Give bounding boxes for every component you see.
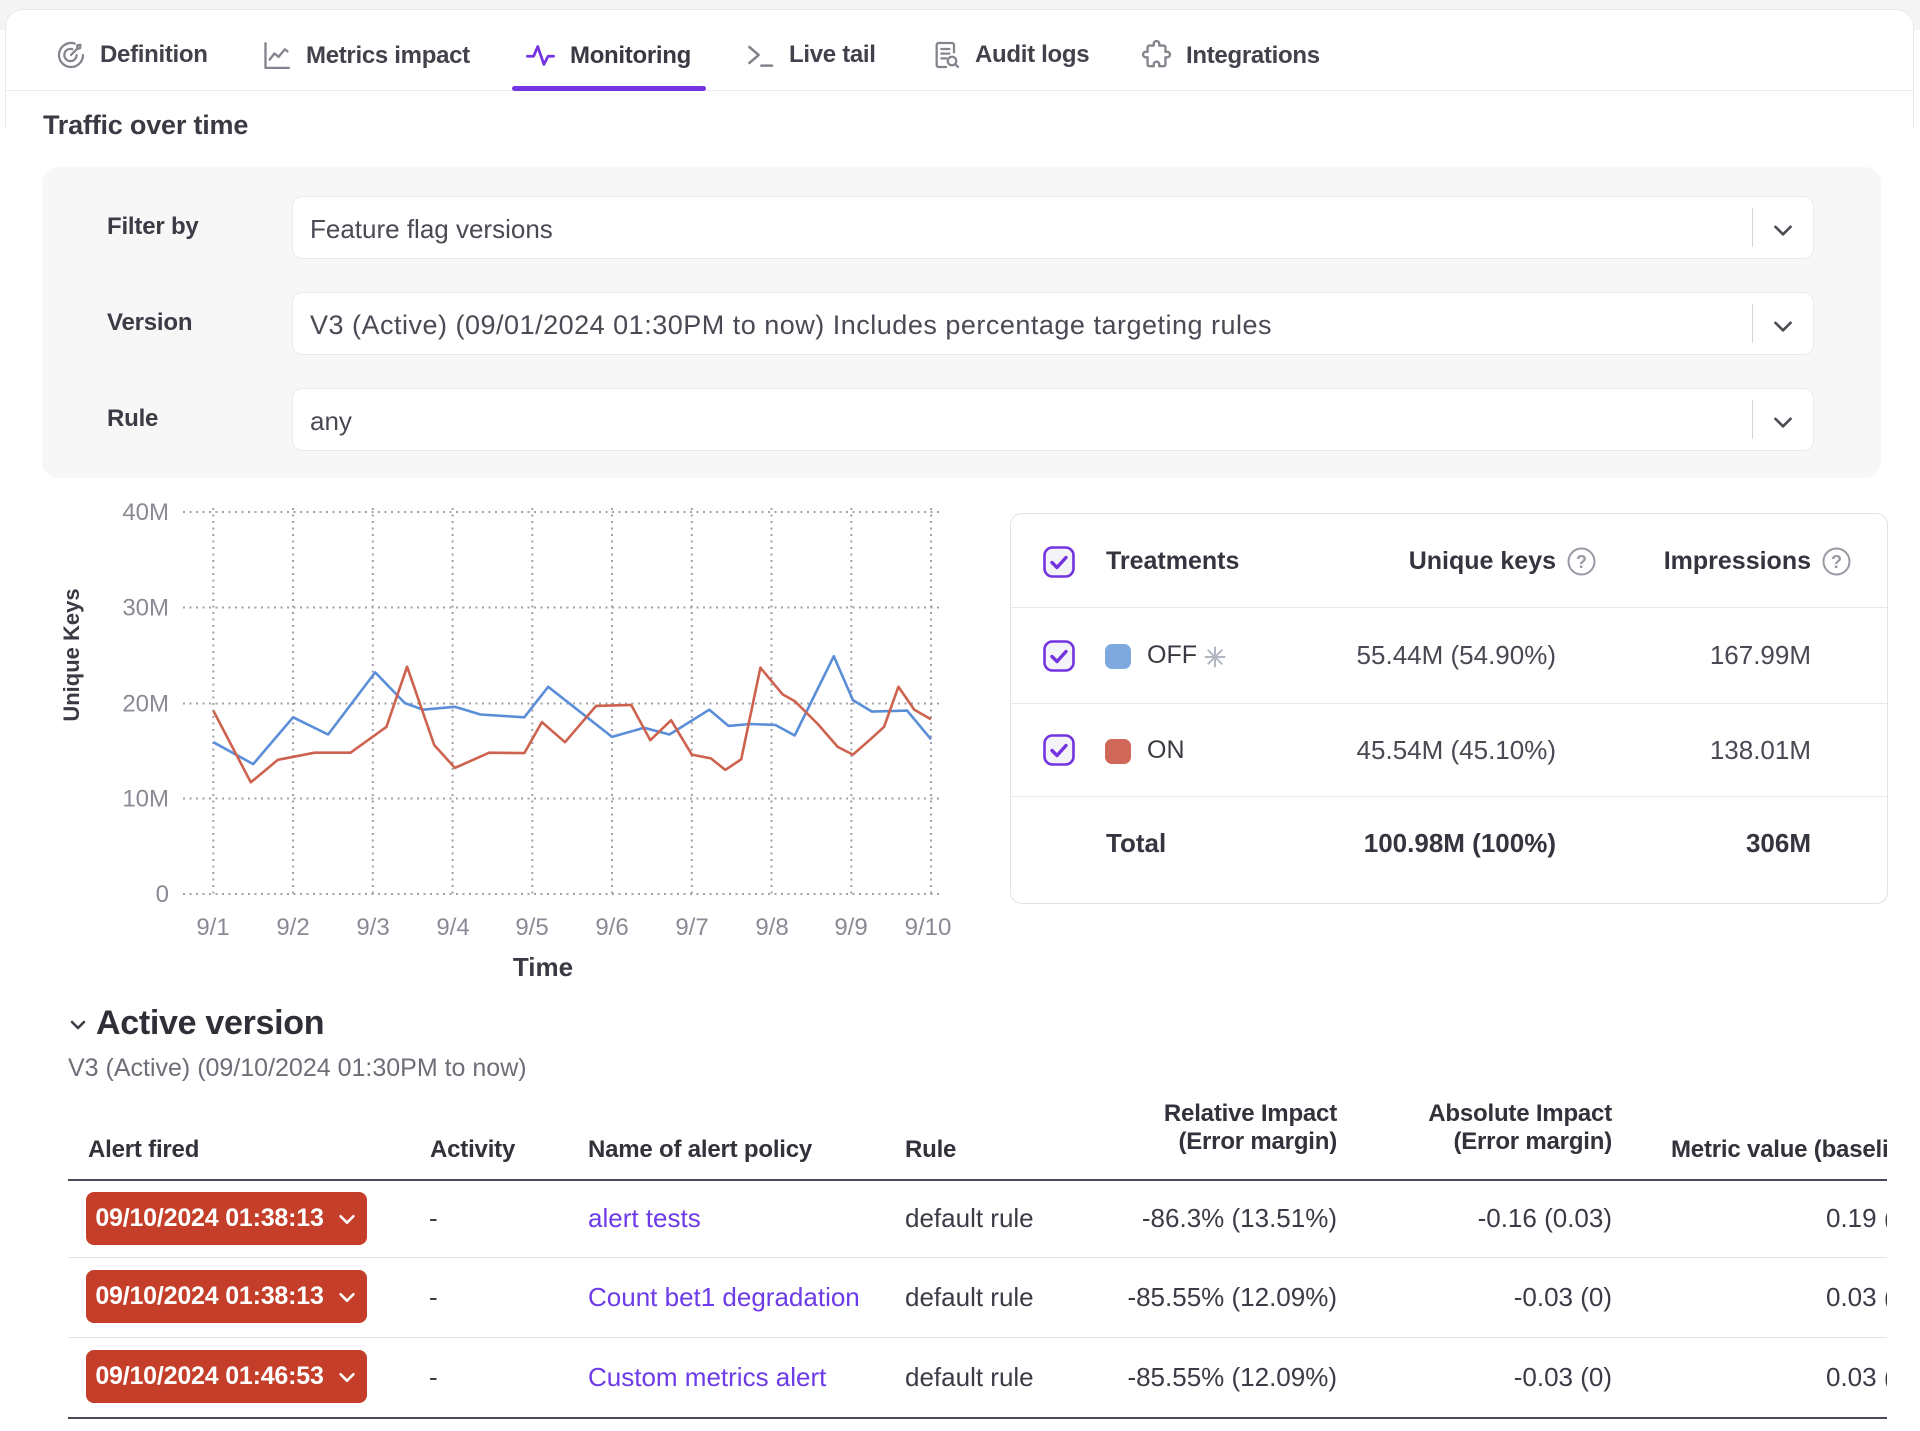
svg-text:9/3: 9/3 [356, 914, 389, 941]
svg-text:20M: 20M [122, 691, 169, 718]
svg-text:0: 0 [156, 881, 169, 908]
svg-text:30M: 30M [122, 595, 169, 622]
svg-text:9/9: 9/9 [834, 914, 867, 941]
svg-text:9/1: 9/1 [196, 914, 229, 941]
svg-text:9/10: 9/10 [905, 914, 952, 941]
svg-text:9/8: 9/8 [755, 914, 788, 941]
svg-text:Unique Keys: Unique Keys [59, 588, 84, 721]
svg-text:?: ? [1831, 552, 1842, 572]
svg-text:9/5: 9/5 [515, 914, 548, 941]
svg-text:40M: 40M [122, 499, 169, 526]
svg-text:9/7: 9/7 [675, 914, 708, 941]
svg-text:9/2: 9/2 [276, 914, 309, 941]
svg-text:10M: 10M [122, 786, 169, 813]
svg-text:9/4: 9/4 [436, 914, 469, 941]
svg-text:Time: Time [513, 952, 573, 982]
svg-text:9/6: 9/6 [595, 914, 628, 941]
svg-text:?: ? [1576, 552, 1587, 572]
